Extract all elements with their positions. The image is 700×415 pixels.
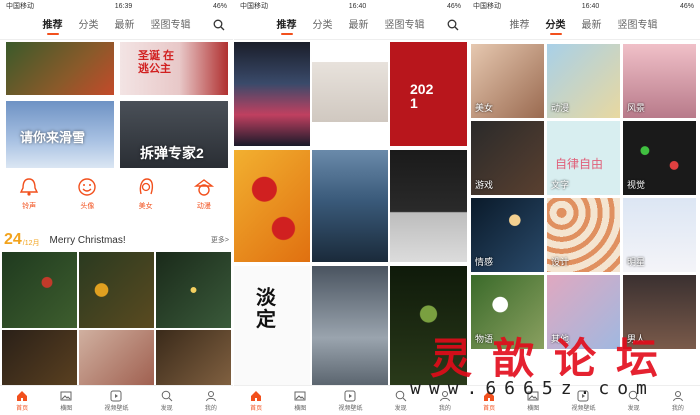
wallpaper-thumb[interactable] [390, 150, 467, 262]
tab-recommend[interactable]: 推荐 [43, 16, 63, 35]
category-tile-text[interactable]: 自律自由 文字 [547, 121, 620, 195]
tab-category[interactable]: 分类 [546, 16, 566, 35]
profile-icon [672, 390, 683, 401]
date-day: 24 [4, 231, 22, 248]
tab-portrait-album[interactable]: 竖图专辑 [618, 16, 658, 35]
home-icon [251, 390, 262, 401]
watermark-text: 灵歆论坛 [430, 334, 679, 383]
tab-category[interactable]: 分类 [313, 16, 333, 35]
wallpaper-thumb[interactable] [234, 42, 310, 146]
nav-video[interactable]: 视频壁纸 [338, 390, 362, 412]
status-time: 16:40 [348, 2, 367, 10]
battery-label: 46% [679, 2, 694, 10]
status-bar: 中国移动 16:39 46% [0, 0, 233, 12]
tab-latest[interactable]: 最新 [349, 16, 369, 35]
banner-christmas-tree[interactable] [6, 42, 114, 95]
category-tile-beauty[interactable]: 美女 [471, 44, 544, 118]
category-tile-game[interactable]: 游戏 [471, 121, 544, 195]
battery-label: 46% [446, 2, 461, 10]
top-tabs: 推荐 分类 最新 竖图专辑 [467, 12, 700, 40]
category-avatar[interactable]: 头像 [76, 176, 98, 211]
discover-icon [161, 390, 172, 401]
category-tile-design[interactable]: 设计 [547, 198, 620, 272]
nav-profile[interactable]: 我的 [672, 390, 684, 412]
home-icon [17, 390, 28, 401]
nav-discover[interactable]: 发现 [395, 390, 407, 412]
video-icon [344, 390, 356, 401]
wallpaper-thumb[interactable] [156, 330, 231, 385]
tab-latest[interactable]: 最新 [115, 16, 135, 35]
carrier-label: 中国移动 [473, 3, 501, 10]
tab-portrait-album[interactable]: 竖图专辑 [385, 16, 425, 35]
banner-skiing[interactable]: 请你来滑雪 [6, 101, 114, 168]
wallpaper-thumb[interactable] [2, 330, 77, 385]
search-icon[interactable] [447, 19, 459, 31]
category-tile-anime[interactable]: 动漫 [547, 44, 620, 118]
category-shortcuts: 铃声 头像 美女 动漫 [0, 176, 233, 211]
nav-discover[interactable]: 发现 [161, 390, 173, 412]
bottom-navigation: 首页 横图 视频壁纸 发现 我的 [0, 385, 233, 415]
category-tile-celebrity[interactable]: 明星 [623, 198, 696, 272]
top-tabs: 推荐 分类 最新 竖图专辑 [0, 12, 233, 40]
wallpaper-thumb[interactable] [312, 62, 388, 122]
nav-profile[interactable]: 我的 [205, 390, 217, 412]
wallpaper-thumb[interactable]: 2021 [390, 42, 467, 146]
tab-portrait-album[interactable]: 竖图专辑 [151, 16, 191, 35]
wallpaper-thumb[interactable] [234, 150, 310, 262]
wallpaper-thumb[interactable] [79, 252, 154, 328]
wallpaper-thumb[interactable] [79, 330, 154, 385]
tab-recommend[interactable]: 推荐 [277, 16, 297, 35]
watermark-url: www.6665z.com [410, 378, 655, 399]
wallpaper-thumb[interactable] [156, 252, 231, 328]
wallpaper-thumb[interactable] [312, 266, 388, 386]
wallpaper-thumb[interactable] [2, 252, 77, 328]
wallpaper-thumb[interactable] [312, 150, 388, 262]
carrier-label: 中国移动 [6, 3, 34, 10]
bell-icon [19, 178, 39, 196]
nav-landscape[interactable]: 横图 [294, 390, 306, 412]
smiley-face-icon [78, 178, 97, 196]
date-month: /12月 [22, 239, 40, 247]
panel-recommend: 中国移动 16:39 46% 推荐 分类 最新 竖图专辑 圣诞 在逃公主 请你来… [0, 0, 233, 415]
nav-video[interactable]: 视频壁纸 [104, 390, 128, 412]
banner-christmas-princess[interactable]: 圣诞 在逃公主 [120, 42, 228, 95]
category-tile-emotion[interactable]: 情感 [471, 198, 544, 272]
daily-section-header: 24 /12月 Merry Christmas! 更多> [0, 230, 233, 250]
status-time: 16:40 [581, 2, 600, 10]
tab-latest[interactable]: 最新 [582, 16, 602, 35]
image-icon [60, 391, 72, 400]
top-tabs: 推荐 分类 最新 竖图专辑 [234, 12, 467, 40]
status-bar: 中国移动 16:40 46% [234, 0, 467, 12]
category-beauty[interactable]: 美女 [135, 176, 157, 211]
category-anime[interactable]: 动漫 [193, 176, 215, 211]
image-icon [294, 391, 306, 400]
nav-home[interactable]: 首页 [250, 390, 262, 412]
tab-recommend[interactable]: 推荐 [510, 16, 530, 35]
more-link[interactable]: 更多> [211, 235, 229, 245]
category-tile-visual[interactable]: 视觉 [623, 121, 696, 195]
woman-icon [139, 178, 153, 195]
nav-landscape[interactable]: 横图 [60, 390, 72, 412]
discover-icon [395, 390, 406, 401]
profile-icon [205, 390, 216, 401]
status-bar: 中国移动 16:40 46% [467, 0, 700, 12]
status-time: 16:39 [114, 2, 133, 10]
search-icon[interactable] [213, 19, 225, 31]
category-tile-scenery[interactable]: 风景 [623, 44, 696, 118]
video-icon [110, 390, 122, 401]
wallpaper-thumb[interactable]: 淡定 [234, 266, 310, 386]
anime-character-icon [193, 179, 214, 196]
carrier-label: 中国移动 [240, 3, 268, 10]
banner-movie-poster[interactable]: 拆弹专家2 [120, 101, 228, 168]
section-title: Merry Christmas! [49, 234, 126, 246]
category-ringtone[interactable]: 铃声 [18, 176, 40, 211]
nav-home[interactable]: 首页 [16, 390, 28, 412]
battery-label: 46% [212, 2, 227, 10]
tab-category[interactable]: 分类 [79, 16, 99, 35]
